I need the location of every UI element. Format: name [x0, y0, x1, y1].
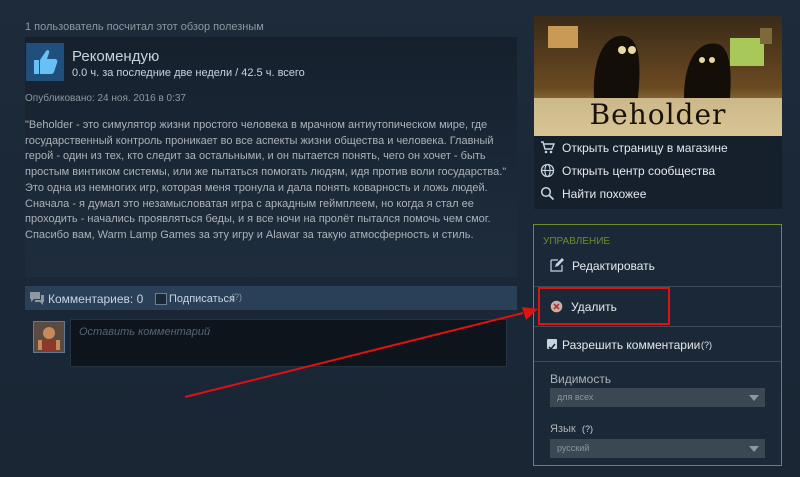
playtime-text: 0.0 ч. за последние две недели / 42.5 ч.… — [72, 67, 305, 79]
recommend-label: Рекомендую — [72, 48, 160, 65]
cart-icon — [540, 140, 556, 159]
language-select[interactable]: русский — [550, 439, 765, 458]
language-value: русский — [557, 443, 590, 453]
find-similar-link[interactable]: Найти похожее — [534, 183, 782, 205]
chevron-down-icon — [749, 395, 759, 401]
game-title: Beholder — [589, 98, 727, 131]
community-hub-label: Открыть центр сообщества — [562, 164, 716, 178]
highlight-box — [538, 287, 670, 325]
comments-count: Комментариев: 0 — [48, 292, 144, 306]
posted-date: Опубликовано: 24 ноя. 2016 в 0:37 — [25, 93, 186, 104]
search-icon — [540, 186, 555, 206]
chevron-down-icon — [749, 446, 759, 452]
store-page-label: Открыть страницу в магазине — [562, 141, 728, 155]
globe-icon — [540, 163, 555, 183]
divider — [534, 361, 781, 362]
subscribe-help-link[interactable]: (?) — [231, 292, 242, 302]
allow-comments-label[interactable]: Разрешить комментарии — [562, 338, 700, 352]
language-label: Язык — [550, 423, 576, 435]
find-similar-label: Найти похожее — [562, 187, 647, 201]
thumbs-up-icon — [26, 43, 64, 81]
avatar[interactable] — [33, 321, 65, 353]
game-links: Открыть страницу в магазине Открыть цент… — [534, 136, 782, 209]
helpful-count: 1 пользователь посчитал этот обзор полез… — [25, 21, 264, 33]
edit-button[interactable]: Редактировать — [572, 259, 655, 273]
community-hub-link[interactable]: Открыть центр сообщества — [534, 160, 782, 182]
review-body: "Beholder - это симулятор жизни простого… — [25, 119, 507, 241]
subscribe-label[interactable]: Подписаться — [169, 293, 235, 305]
comment-input[interactable] — [70, 319, 507, 367]
chat-bubble-icon — [29, 291, 45, 310]
visibility-label: Видимость — [550, 372, 612, 386]
subscribe-checkbox[interactable] — [155, 293, 167, 305]
game-banner[interactable]: Beholder — [534, 16, 782, 136]
store-page-link[interactable]: Открыть страницу в магазине — [534, 137, 782, 159]
visibility-value: для всех — [557, 392, 594, 402]
allow-comments-checkbox[interactable] — [547, 339, 557, 351]
manage-title: УПРАВЛЕНИЕ — [543, 236, 611, 247]
visibility-select[interactable]: для всех — [550, 388, 765, 407]
divider — [534, 326, 781, 327]
language-help-link[interactable]: (?) — [582, 424, 593, 434]
pencil-icon — [550, 258, 564, 277]
allow-comments-help-link[interactable]: (?) — [701, 340, 712, 350]
